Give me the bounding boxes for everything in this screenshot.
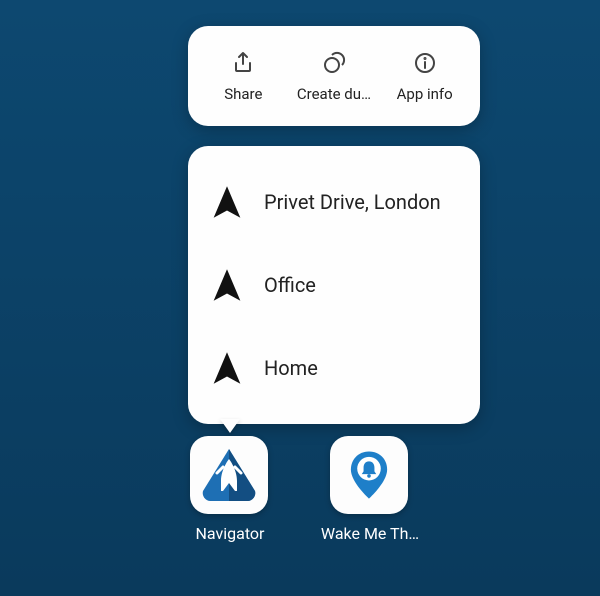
app-icon-navigator[interactable] bbox=[190, 436, 268, 514]
wake-me-there-icon bbox=[340, 446, 398, 504]
app-icon-wake-me-there[interactable] bbox=[330, 436, 408, 514]
app-label-navigator: Navigator bbox=[170, 524, 290, 543]
navigation-arrow-icon bbox=[212, 351, 242, 385]
create-duplicate-label: Create du… bbox=[297, 85, 371, 103]
shortcut-item-home[interactable]: Home bbox=[188, 328, 480, 408]
create-duplicate-button[interactable]: Create du… bbox=[291, 49, 377, 103]
info-icon bbox=[411, 49, 439, 77]
app-info-label: App info bbox=[397, 85, 453, 103]
navigator-icon bbox=[197, 443, 261, 507]
share-button[interactable]: Share bbox=[200, 49, 286, 103]
share-label: Share bbox=[224, 85, 262, 103]
navigation-arrow-icon bbox=[212, 185, 242, 219]
shortcut-popup: Privet Drive, London Office Home bbox=[188, 146, 480, 424]
action-bar: Share Create du… App info bbox=[188, 26, 480, 126]
navigation-arrow-icon bbox=[212, 268, 242, 302]
duplicate-icon bbox=[320, 49, 348, 77]
app-info-button[interactable]: App info bbox=[382, 49, 468, 103]
shortcut-label: Privet Drive, London bbox=[264, 190, 441, 214]
popup-tail bbox=[220, 419, 240, 433]
shortcut-item-privet-drive[interactable]: Privet Drive, London bbox=[188, 162, 480, 242]
shortcut-label: Office bbox=[264, 273, 316, 297]
shortcut-item-office[interactable]: Office bbox=[188, 245, 480, 325]
share-icon bbox=[229, 49, 257, 77]
shortcut-label: Home bbox=[264, 356, 318, 380]
app-label-wake-me-there: Wake Me Th… bbox=[310, 524, 430, 543]
